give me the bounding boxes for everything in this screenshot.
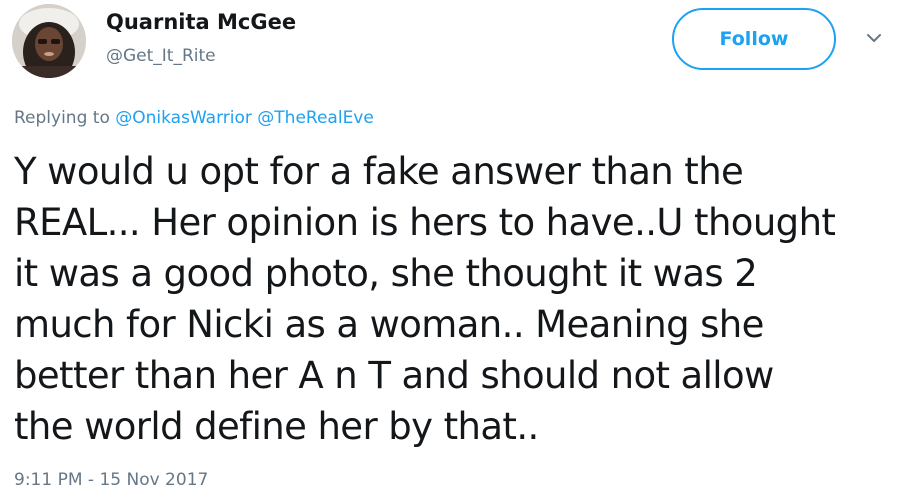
mention-link[interactable]: @TheRealEve [257,108,374,128]
reply-prefix: Replying to [14,108,110,128]
reply-context: Replying to @OnikasWarrior @TheRealEve [14,108,374,128]
tweet-text-line: the world define her by that.. [14,405,539,448]
follow-button[interactable]: Follow [672,8,836,70]
avatar[interactable] [12,4,86,78]
tweet-text-line: it was a good photo, she thought it was … [14,252,758,295]
tweet-text-line: much for Nicki as a woman.. Meaning she [14,303,764,346]
chevron-down-icon[interactable] [862,28,886,48]
tweet-text: Y would u opt for a fake answer than the… [14,146,894,452]
author-name[interactable]: Quarnita McGee [106,10,296,34]
tweet-text-line: Y would u opt for a fake answer than the [14,150,744,193]
avatar-image [12,4,86,78]
tweet-timestamp[interactable]: 9:11 PM - 15 Nov 2017 [14,470,208,490]
mention-link[interactable]: @OnikasWarrior [115,108,252,128]
tweet-text-line: REAL... Her opinion is hers to have..U t… [14,201,836,244]
author-handle[interactable]: @Get_It_Rite [106,46,216,66]
tweet-text-line: better than her A n T and should not all… [14,354,774,397]
